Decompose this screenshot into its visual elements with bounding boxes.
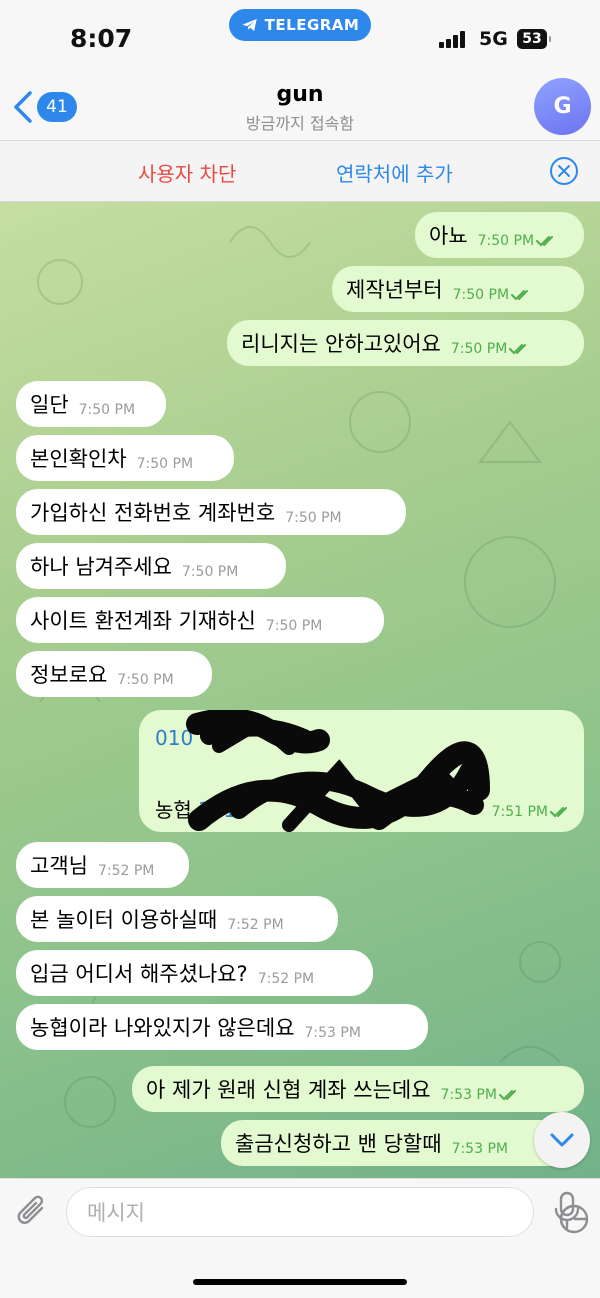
message-bubble-incoming[interactable]: 정보로요 7:50 PM: [16, 651, 212, 697]
message-text: 사이트 환전계좌 기재하신: [30, 609, 256, 633]
double-check-icon: [498, 1090, 516, 1101]
message-bubble-outgoing[interactable]: 리니지는 안하고있어요 7:50 PM: [227, 320, 584, 366]
message-bubble-incoming[interactable]: 가입하신 전화번호 계좌번호 7:50 PM: [16, 489, 406, 535]
status-bar: 8:07 TELEGRAM 5G 53: [0, 0, 600, 72]
message-time: 7:50 PM: [117, 672, 174, 688]
scroll-to-bottom-button[interactable]: [534, 1112, 590, 1168]
message-text: 제작년부터: [346, 278, 443, 302]
last-seen-status: 방금까지 접속함: [245, 114, 355, 133]
message-time: 7:51 PM: [491, 804, 548, 820]
message-bubble-incoming[interactable]: 하나 남겨주세요 7:50 PM: [16, 543, 286, 589]
block-user-button[interactable]: 사용자 차단: [138, 158, 236, 187]
double-check-icon: [511, 290, 529, 301]
battery-level: 53: [522, 31, 542, 47]
chat-message-list[interactable]: 아뇨 7:50 PM 제작년부터 7:50 PM 리니지는 안하고있어요 7:5…: [0, 202, 600, 1178]
message-text: 리니지는 안하고있어요: [241, 332, 441, 356]
message-time: 7:50 PM: [78, 402, 136, 418]
chat-header: 41 gun 방금까지 접속함 G: [0, 72, 600, 140]
message-bubble-incoming[interactable]: 입금 어디서 해주셨나요? 7:52 PM: [16, 950, 373, 996]
clock: 8:07: [70, 24, 133, 53]
message-time: 7:53 PM: [304, 1025, 361, 1041]
telegram-plane-icon: [242, 19, 257, 31]
message-text: 일단: [30, 393, 69, 417]
message-text: 농협이라 나와있지가 않은데요: [30, 1016, 295, 1040]
message-text: 아 제가 원래 신협 계좌 쓰는데요: [146, 1078, 431, 1102]
message-bubble-incoming[interactable]: 농협이라 나와있지가 않은데요 7:53 PM: [16, 1004, 428, 1050]
message-time: 7:50 PM: [285, 510, 342, 526]
telegram-return-pill[interactable]: TELEGRAM: [229, 9, 371, 41]
avatar[interactable]: G: [534, 78, 591, 135]
network-type: 5G: [479, 28, 508, 50]
message-text: 정보로요: [30, 663, 108, 687]
message-text: 출금신청하고 밴 당할때: [235, 1132, 442, 1156]
message-time: 7:50 PM: [477, 233, 535, 249]
message-bubble-incoming[interactable]: 본 놀이터 이용하실때 7:52 PM: [16, 896, 338, 942]
message-field-container: [66, 1187, 589, 1237]
message-time: 7:50 PM: [265, 618, 323, 634]
message-time: 7:52 PM: [97, 863, 155, 879]
message-bubble-outgoing[interactable]: 제작년부터 7:50 PM: [332, 266, 584, 312]
message-text: 고객님: [30, 854, 88, 878]
message-text: 아뇨: [429, 224, 468, 248]
telegram-pill-label: TELEGRAM: [264, 16, 360, 34]
message-text: 가입하신 전화번호 계좌번호: [30, 501, 276, 525]
home-indicator[interactable]: [193, 1279, 407, 1285]
message-time: 7:50 PM: [452, 287, 510, 303]
chat-title[interactable]: gun: [0, 82, 600, 107]
message-text: 본인확인차: [30, 447, 127, 471]
message-text: 하나 남겨주세요: [30, 555, 172, 579]
double-check-icon: [550, 807, 567, 818]
message-bubble-outgoing[interactable]: 아 제가 원래 신협 계좌 쓰는데요 7:53 PM: [132, 1066, 584, 1112]
message-bubble-incoming[interactable]: 본인확인차 7:50 PM: [16, 435, 234, 481]
message-bubble-incoming[interactable]: 일단 7:50 PM: [16, 381, 166, 427]
message-time: 7:52 PM: [257, 971, 315, 987]
message-time: 7:50 PM: [181, 564, 239, 580]
paperclip-icon[interactable]: [15, 1193, 51, 1231]
message-time: 7:53 PM: [451, 1141, 508, 1157]
message-input-bar: [0, 1178, 600, 1298]
message-bubble-outgoing-redacted[interactable]: 010 농협 351 7:51 PM: [139, 710, 584, 832]
message-text: 입금 어디서 해주셨나요?: [30, 962, 248, 986]
message-time: 7:50 PM: [136, 456, 194, 472]
add-contact-button[interactable]: 연락처에 추가: [336, 158, 453, 187]
message-bubble-outgoing[interactable]: 아뇨 7:50 PM: [415, 212, 584, 258]
message-time: 7:52 PM: [227, 917, 284, 933]
message-time: 7:53 PM: [440, 1087, 497, 1103]
double-check-icon: [536, 236, 554, 247]
close-circle-icon[interactable]: [549, 156, 579, 186]
battery-icon: 53: [517, 29, 551, 49]
cellular-signal-icon: [439, 30, 469, 48]
double-check-icon: [509, 344, 527, 355]
message-bubble-incoming[interactable]: 사이트 환전계좌 기재하신 7:50 PM: [16, 597, 384, 643]
unknown-contact-action-bar: 사용자 차단 연락처에 추가: [0, 140, 600, 202]
message-input[interactable]: [85, 1197, 469, 1229]
message-bubble-outgoing[interactable]: 출금신청하고 밴 당할때 7:53 PM: [221, 1120, 584, 1166]
microphone-icon[interactable]: [553, 1191, 581, 1231]
message-bubble-incoming[interactable]: 고객님 7:52 PM: [16, 842, 189, 888]
message-time: 7:50 PM: [450, 341, 508, 357]
message-text: 본 놀이터 이용하실때: [30, 908, 218, 932]
chevron-down-icon: [550, 1133, 574, 1147]
